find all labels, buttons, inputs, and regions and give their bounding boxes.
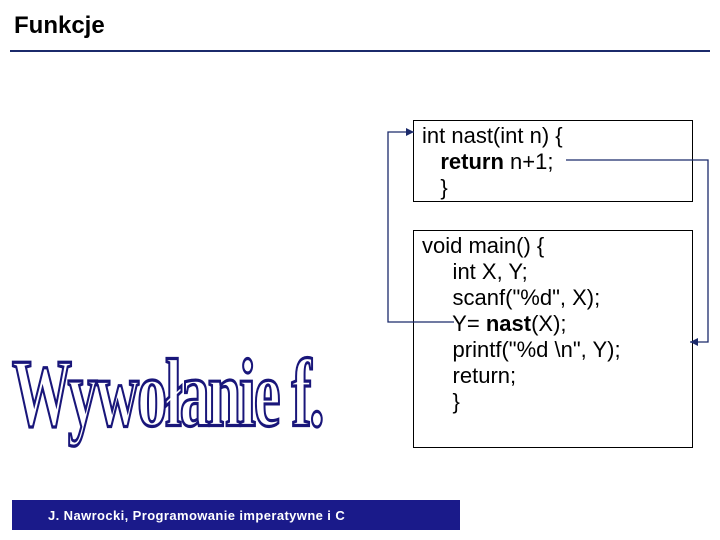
code-text: (X); [531, 311, 566, 336]
code-box-nast: int nast(int n) { return n+1; } [413, 120, 693, 202]
code-line: void main() { [422, 233, 544, 258]
code-line: return; [422, 363, 516, 388]
code-line: } [422, 389, 460, 414]
slide-title: Funkcje [14, 12, 720, 40]
code-line: printf("%d \n", Y); [422, 337, 621, 362]
footer-bar: J. Nawrocki, Programowanie imperatywne i… [12, 500, 460, 530]
code-line: int nast(int n) { [422, 123, 563, 148]
wordart-wywolanie: Wywołanie f. [12, 339, 322, 449]
code-line: int X, Y; [422, 259, 528, 284]
code-box-main: void main() { int X, Y; scanf("%d", X); … [413, 230, 693, 448]
code-line: } [422, 175, 448, 200]
code-line: scanf("%d", X); [422, 285, 600, 310]
keyword-nast: nast [486, 311, 531, 336]
title-underline [10, 50, 710, 52]
code-text: n+1; [504, 149, 554, 174]
slide-header: Funkcje [0, 0, 720, 44]
footer-text: J. Nawrocki, Programowanie imperatywne i… [48, 508, 345, 523]
keyword-return: return [440, 149, 504, 174]
code-text: Y= [422, 311, 486, 336]
